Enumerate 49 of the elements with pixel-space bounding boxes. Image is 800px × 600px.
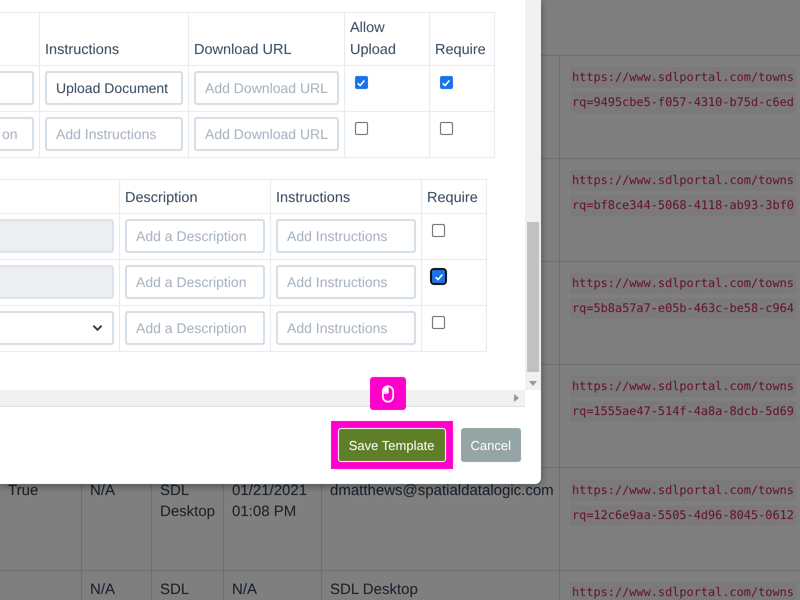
checkbox[interactable] xyxy=(440,122,453,135)
url-code: https://www.sdlportal.com/towns rq=1555ae47-514f-4a8a-8dcb-5d69 xyxy=(570,376,800,426)
table-cell: SDL Desktop xyxy=(330,581,418,598)
table-cell: 01/21/2021 01:08 PM xyxy=(232,482,308,520)
text-field[interactable]: on xyxy=(0,117,34,151)
url-code: https://www.sdlportal.com/towns rq=9495cbe5-f057-4310-b75d-c6ed xyxy=(570,67,800,117)
column-header: Allow Upload xyxy=(350,20,396,58)
column-header: Require xyxy=(427,190,478,206)
checkbox[interactable] xyxy=(440,76,453,89)
table-cell: N/A xyxy=(90,581,116,598)
url-code: https://www.sdlportal.com/towns rq=5b8a57a7-e05b-463c-be58-c964 xyxy=(570,273,800,323)
mouse-click-icon xyxy=(370,377,406,410)
download-url-field[interactable]: Add Download URL xyxy=(194,71,339,105)
checkbox[interactable] xyxy=(432,270,445,283)
horizontal-scrollbar[interactable] xyxy=(0,390,525,407)
scroll-right-arrow-icon[interactable] xyxy=(514,394,519,402)
vertical-scrollbar[interactable] xyxy=(525,0,541,390)
table-cell: SDL Desktop xyxy=(160,482,216,520)
column-header: Download URL xyxy=(194,42,292,58)
description-field[interactable]: Add a Description xyxy=(125,219,265,253)
url-code: https://www.sdlportal.com/towns rq=12c6e9aa-5505-4d96-8045-0612 xyxy=(570,480,800,530)
column-header: Require xyxy=(434,42,486,58)
column-header: Instructions xyxy=(45,42,120,58)
checkbox[interactable] xyxy=(354,122,368,135)
scroll-down-arrow-icon[interactable] xyxy=(529,381,537,386)
column-header: Instructions xyxy=(276,190,350,206)
checkbox[interactable] xyxy=(432,224,445,237)
instructions-field[interactable]: Add Instructions xyxy=(276,311,416,345)
instructions-field[interactable]: Upload Document xyxy=(45,71,183,105)
column-header: Description xyxy=(125,190,198,206)
url-code: https://www.sdlportal.com/towns rq=bf8ce344-5068-4118-ab93-3bf0 xyxy=(570,170,800,220)
table-cell: SDL xyxy=(160,581,190,598)
instructions-field[interactable]: Add Instructions xyxy=(276,219,416,253)
table-cell: True xyxy=(8,482,38,499)
checkbox[interactable] xyxy=(354,76,368,89)
select-field[interactable] xyxy=(0,311,114,345)
download-url-field[interactable]: Add Download URL xyxy=(194,117,339,151)
cancel-button[interactable]: Cancel xyxy=(460,428,521,462)
description-field[interactable]: Add a Description xyxy=(125,311,265,345)
table-cell: N/A xyxy=(90,482,116,499)
instructions-field[interactable]: Add Instructions xyxy=(276,265,416,299)
description-field[interactable]: Add a Description xyxy=(125,265,265,299)
instructions-field[interactable]: Add Instructions xyxy=(45,117,183,151)
checkbox[interactable] xyxy=(432,316,445,329)
table-cell: N/A xyxy=(232,581,258,598)
table-cell: dmatthews@spatialdatalogic.com xyxy=(330,482,554,499)
chevron-down-icon xyxy=(92,324,103,332)
save-button[interactable]: Save Template xyxy=(338,428,446,462)
text-field[interactable] xyxy=(0,71,34,105)
